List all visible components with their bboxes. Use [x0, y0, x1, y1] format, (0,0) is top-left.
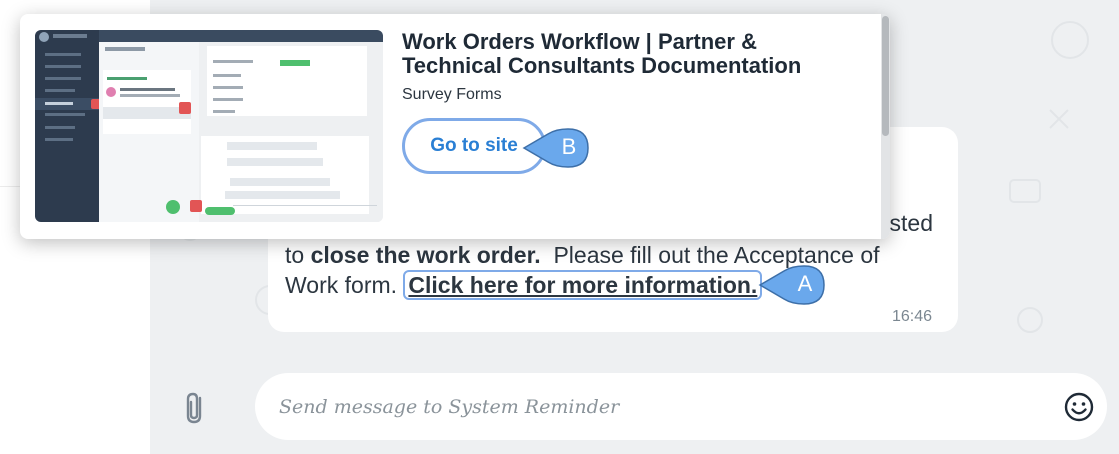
paperclip-icon[interactable] — [180, 390, 210, 426]
callout-b-label: B — [561, 134, 577, 159]
site-subtitle: Survey Forms — [402, 86, 502, 103]
message-composer — [255, 373, 1107, 440]
site-title: Work Orders Workflow | Partner & Technic… — [402, 29, 802, 78]
popup-scrollbar[interactable] — [881, 14, 890, 239]
message-line3-prefix: Work form. — [285, 272, 404, 298]
message-timestamp: 16:46 — [891, 308, 932, 325]
callout-b: B — [522, 128, 594, 168]
message-bold-text: close the work order. — [310, 242, 541, 268]
callout-a: A — [758, 265, 830, 305]
site-thumbnail — [35, 30, 383, 222]
smiley-icon[interactable] — [1063, 391, 1095, 423]
callout-a-label: A — [797, 271, 813, 296]
message-line2-prefix: to — [285, 242, 311, 268]
more-info-link[interactable]: Click here for more information. — [403, 270, 763, 300]
link-preview-popup: Work Orders Workflow | Partner & Technic… — [20, 14, 890, 239]
message-input[interactable] — [277, 391, 1041, 423]
